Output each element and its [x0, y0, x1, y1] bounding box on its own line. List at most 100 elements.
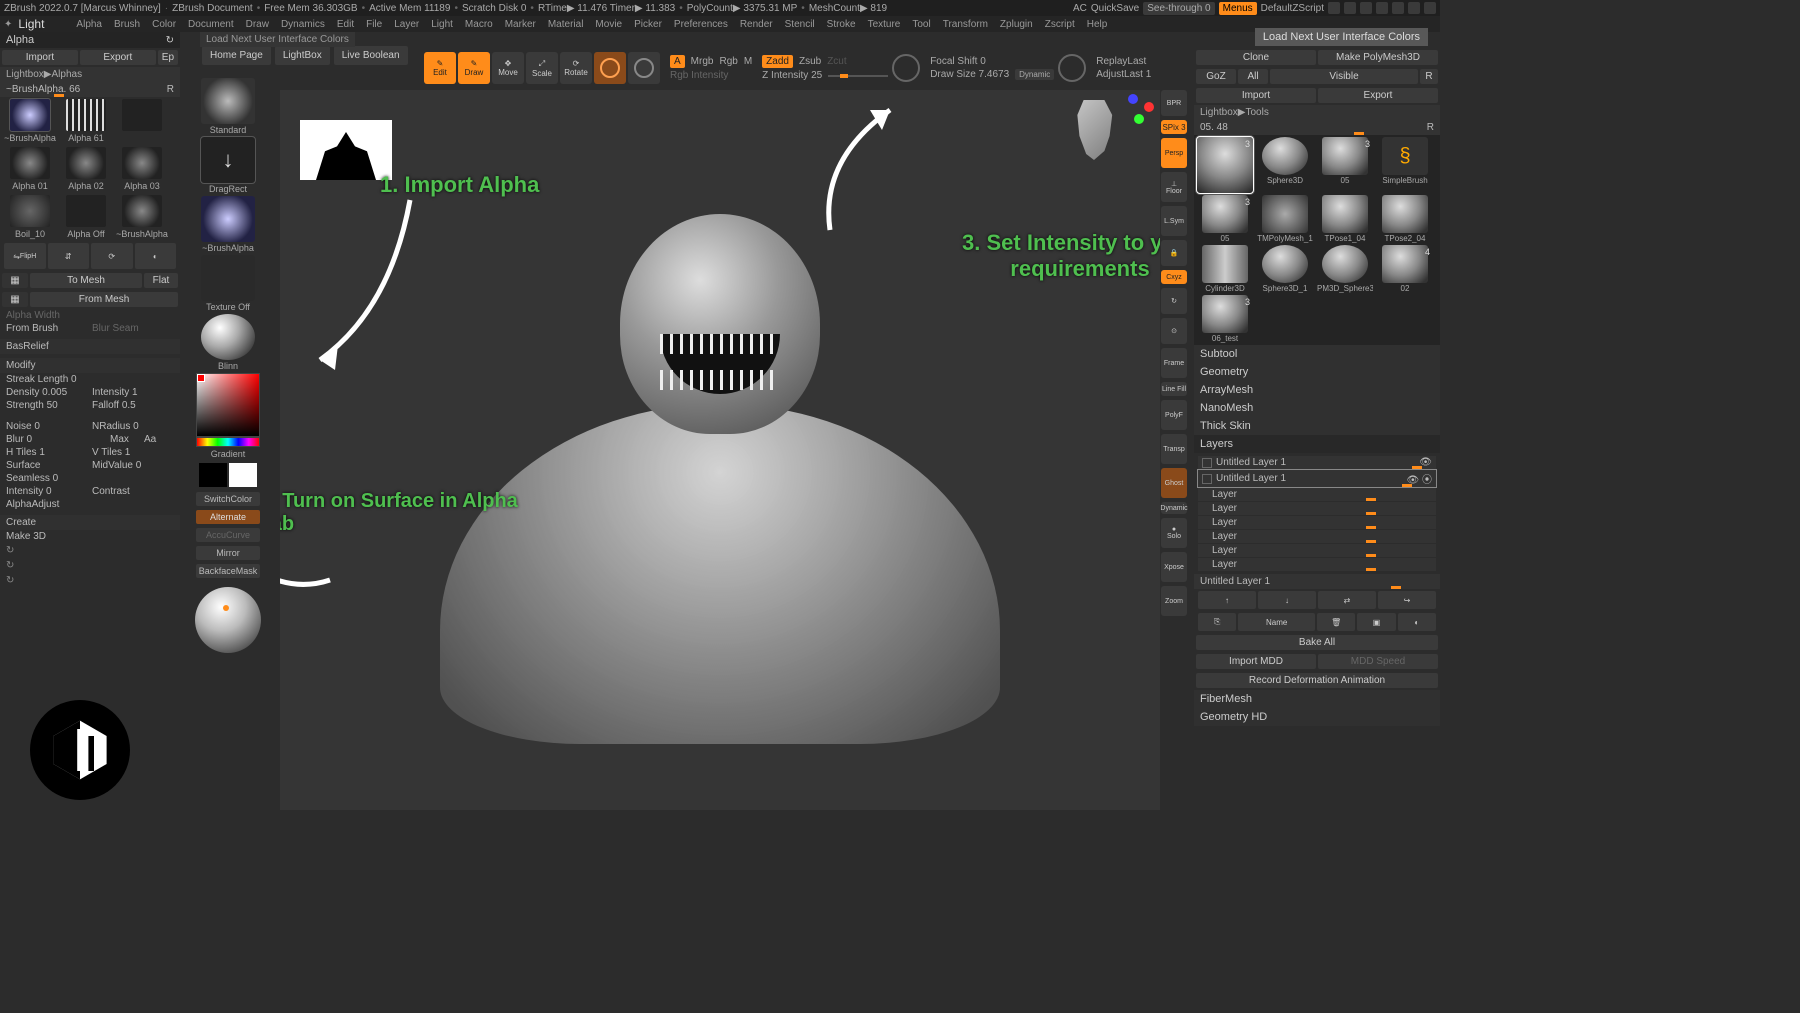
basrelief-header[interactable]: BasRelief	[0, 339, 180, 354]
tool-tpose1[interactable]: TPose1_04	[1316, 195, 1374, 243]
surface-toggle[interactable]: Surface	[6, 460, 88, 471]
fibermesh-header[interactable]: FiberMesh	[1194, 690, 1440, 708]
alternate-button[interactable]: Alternate	[196, 510, 260, 524]
layer-new-button[interactable]: ↪	[1378, 591, 1436, 609]
tool-sphere3d[interactable]: Sphere3D	[1256, 137, 1314, 193]
tool-02[interactable]: 402	[1376, 245, 1434, 293]
defaultzscript-button[interactable]: DefaultZScript	[1261, 3, 1324, 14]
tool-sphere3d1[interactable]: Sphere3D_1	[1256, 245, 1314, 293]
layer-row-7[interactable]: Layer	[1198, 558, 1436, 571]
rgbintensity-slider[interactable]: Rgb Intensity	[670, 70, 728, 81]
max-button[interactable]: Max	[110, 434, 140, 445]
polyf-toggle[interactable]: PolyF	[1161, 400, 1187, 430]
layer-down-button[interactable]: ↓	[1258, 591, 1316, 609]
menu-tool[interactable]: Tool	[912, 19, 930, 30]
makepoly-button[interactable]: Make PolyMesh3D	[1318, 50, 1438, 65]
window-button-3[interactable]	[1360, 2, 1372, 14]
menu-zscript[interactable]: Zscript	[1045, 19, 1075, 30]
contrast-slider[interactable]: Contrast	[92, 486, 174, 497]
focal-knob[interactable]	[892, 54, 920, 82]
tool-tmpoly[interactable]: TMPolyMesh_1	[1256, 195, 1314, 243]
create-header[interactable]: Create	[0, 515, 180, 530]
goz-all-button[interactable]: All	[1238, 69, 1268, 84]
homepage-button[interactable]: Home Page	[202, 46, 271, 65]
importmdd-button[interactable]: Import MDD	[1196, 654, 1316, 669]
flipv-button[interactable]: ⇵	[48, 243, 90, 269]
mirror-button[interactable]: Mirror	[196, 546, 260, 560]
modifier-icon2[interactable]: ▦	[2, 292, 28, 307]
layer-row-5[interactable]: Layer	[1198, 530, 1436, 543]
cxyz-button[interactable]: Cxyz	[1161, 270, 1187, 284]
modifier-icon[interactable]: ▦	[2, 273, 28, 288]
adjustlast-slider[interactable]: AdjustLast 1	[1096, 69, 1151, 80]
frame-button[interactable]: Frame	[1161, 348, 1187, 378]
alphaadjust-button[interactable]: AlphaAdjust	[6, 499, 174, 510]
falloff-slider[interactable]: Falloff 0.5	[92, 400, 174, 411]
stroke-dragrect[interactable]: ↓DragRect	[198, 137, 258, 194]
window-button-4[interactable]	[1376, 2, 1388, 14]
light-direction[interactable]	[195, 587, 261, 653]
layer-row-3[interactable]: Layer	[1198, 502, 1436, 515]
layer-row-4[interactable]: Layer	[1198, 516, 1436, 529]
layer-invert-button[interactable]: ◐	[1398, 613, 1436, 631]
menu-dynamics[interactable]: Dynamics	[281, 19, 325, 30]
close-button[interactable]	[1424, 2, 1436, 14]
accucurve-button[interactable]: AccuCurve	[196, 528, 260, 542]
m-toggle[interactable]: M	[744, 56, 752, 67]
layer-del-button[interactable]: 🗑	[1317, 613, 1355, 631]
layer-name-slider[interactable]: Untitled Layer 1	[1194, 574, 1440, 589]
dynamic-label[interactable]: Dynamic	[1161, 502, 1187, 514]
window-button-1[interactable]	[1328, 2, 1340, 14]
recorddeform-button[interactable]: Record Deformation Animation	[1196, 673, 1438, 688]
zadd-toggle[interactable]: Zadd	[762, 55, 793, 68]
rotate-button[interactable]: ⟳	[91, 243, 133, 269]
menu-stencil[interactable]: Stencil	[785, 19, 815, 30]
backfacemask-button[interactable]: BackfaceMask	[196, 564, 260, 578]
goz-button[interactable]: GoZ	[1196, 69, 1236, 84]
layer-row-1[interactable]: Untitled Layer 1👁 ⦿	[1198, 470, 1436, 487]
floor-toggle[interactable]: ⊥Floor	[1161, 172, 1187, 202]
alpha-thumb-off[interactable]: Alpha Off	[60, 195, 112, 239]
lock-toggle[interactable]: 🔒	[1161, 240, 1187, 266]
bpr-button[interactable]: BPR	[1161, 90, 1187, 116]
draw-mode-button[interactable]: ✎Draw	[458, 52, 490, 84]
brushalpha-slider[interactable]: ~BrushAlpha. 66R	[0, 82, 180, 97]
blur-slider[interactable]: Blur 0	[6, 434, 106, 445]
menu-render[interactable]: Render	[740, 19, 773, 30]
geometryhd-header[interactable]: Geometry HD	[1194, 708, 1440, 726]
alpha-thumb-61[interactable]: Alpha 61	[60, 99, 112, 143]
menu-help[interactable]: Help	[1087, 19, 1108, 30]
menu-marker[interactable]: Marker	[505, 19, 536, 30]
alpha-thumb-01[interactable]: Alpha 01	[4, 147, 56, 191]
switchcolor-button[interactable]: SwitchColor	[196, 492, 260, 506]
midvalue-slider[interactable]: MidValue 0	[92, 460, 174, 471]
clone-button[interactable]: Clone	[1196, 50, 1316, 65]
menu-brush[interactable]: Brush	[114, 19, 140, 30]
alpha-header[interactable]: Alpha↻	[0, 32, 180, 48]
lsym-toggle[interactable]: L.Sym	[1161, 206, 1187, 236]
axis-gizmo[interactable]	[1124, 94, 1154, 124]
move-mode-button[interactable]: ✥Move	[492, 52, 524, 84]
alpha-thumb-boil10[interactable]: Boil_10	[4, 195, 56, 239]
minimize-button[interactable]	[1392, 2, 1404, 14]
tool-05a[interactable]: 305	[1316, 137, 1374, 193]
a-toggle[interactable]: A	[670, 55, 685, 68]
color-picker[interactable]	[196, 373, 260, 437]
seethrough-slider[interactable]: See-through 0	[1143, 2, 1214, 15]
tool-item-active[interactable]: 3	[1196, 137, 1254, 193]
tomesh-button[interactable]: To Mesh	[30, 273, 142, 288]
layer-row-6[interactable]: Layer	[1198, 544, 1436, 557]
strength-slider[interactable]: Strength 50	[6, 400, 88, 411]
viewport[interactable]: 1. Import Alpha 2. Turn on Surface in Al…	[280, 90, 1160, 810]
alpha-brushalpha[interactable]: ~BrushAlpha	[198, 196, 258, 253]
solo-toggle[interactable]: ●Solo	[1161, 518, 1187, 548]
gizmo-button[interactable]	[594, 52, 626, 84]
modify-header[interactable]: Modify	[0, 358, 180, 373]
menu-material[interactable]: Material	[548, 19, 584, 30]
persp-toggle[interactable]: Persp	[1161, 138, 1187, 168]
frommesh-button[interactable]: From Mesh	[30, 292, 178, 307]
collapse-icon[interactable]: ↻	[0, 543, 180, 558]
mrgb-toggle[interactable]: Mrgb	[691, 56, 714, 67]
texture-off[interactable]: Texture Off	[198, 255, 258, 312]
fliph-button[interactable]: ⇋FlipH	[4, 243, 46, 269]
